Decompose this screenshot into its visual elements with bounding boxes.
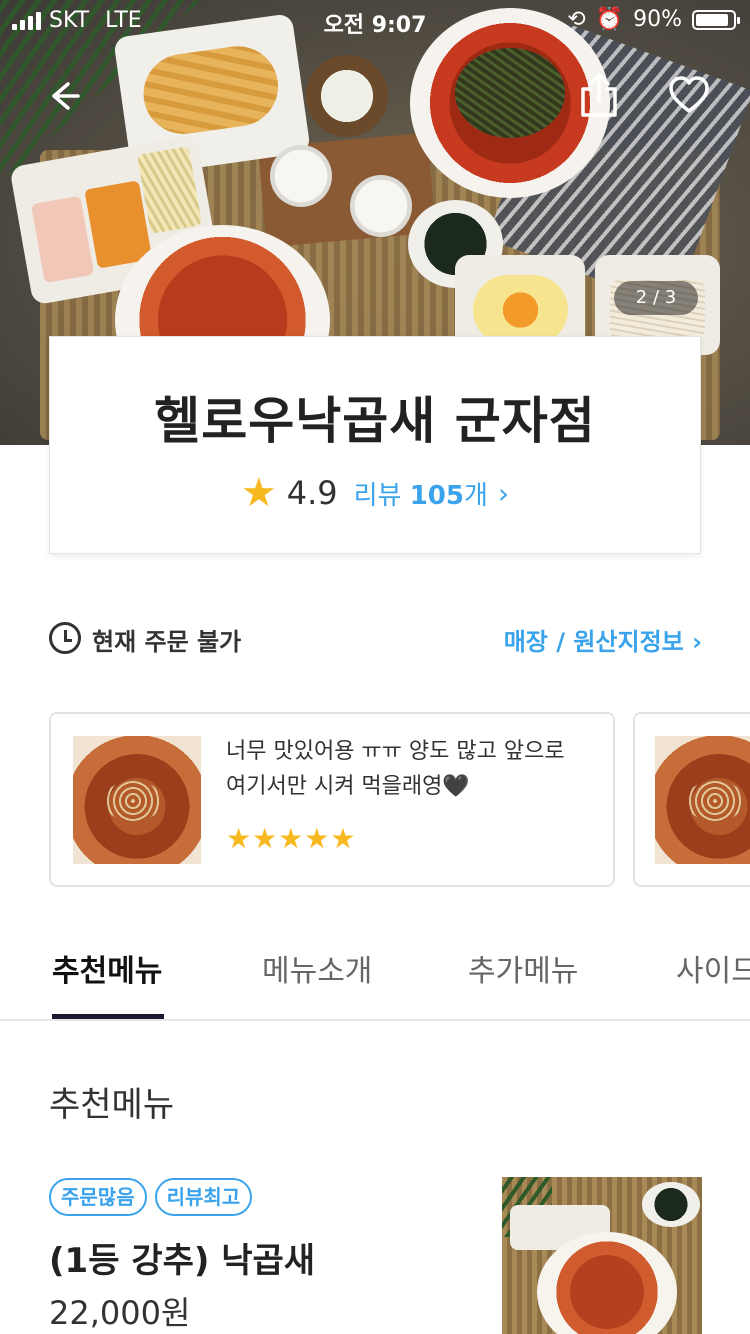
image-counter: 2 / 3 [614,281,698,315]
store-info-card: 헬로우낙곱새 군자점 ★ 4.9 리뷰 105개 › [49,336,701,554]
review-suffix: 개 [464,480,488,511]
tab-extra-menu[interactable]: 추가메뉴 [468,946,578,990]
badge-best-review: 리뷰최고 [154,1178,253,1216]
menu-item-photo[interactable] [502,1177,702,1334]
review-photo [655,736,750,864]
rating-row: ★ 4.9 리뷰 105개 › [50,473,700,513]
badge-popular: 주문많음 [49,1178,147,1216]
review-prefix: 리뷰 [353,480,402,511]
review-card[interactable]: 너무 맛있어용 ㅠㅠ 양도 많고 앞으로 여기서만 시켜 먹을래영🖤 ★★★★★ [49,712,615,887]
order-status-text: 현재 주문 불가 [92,628,242,656]
heart-icon[interactable] [668,76,710,120]
clock-icon [49,622,81,654]
review-link[interactable]: 리뷰 105개 [354,475,488,512]
tab-indicator [52,1014,164,1019]
section-title: 추천메뉴 [49,1085,175,1125]
star-icon: ★ [240,470,277,516]
review-photo [73,736,201,864]
status-bar: SKT LTE 오전 9:07 ⟲ ⏰ 90% [0,0,750,40]
chevron-right-icon[interactable]: › [498,477,509,510]
tab-recommended[interactable]: 추천메뉴 [52,946,162,990]
tab-side[interactable]: 사이드 [676,946,750,990]
battery-icon [692,9,740,30]
store-name: 헬로우낙곱새 군자점 [154,392,596,450]
small-cup [270,145,332,207]
tab-menu-intro[interactable]: 메뉴소개 [262,946,372,990]
order-status-row: 현재 주문 불가 매장 / 원산지정보 › [49,620,702,660]
menu-tabs: 추천메뉴 메뉴소개 추가메뉴 사이드 [0,930,750,1021]
share-icon[interactable] [578,72,620,124]
store-origin-info-link[interactable]: 매장 / 원산지정보 › [504,622,702,657]
review-card-next[interactable] [633,712,750,887]
rating-value: 4.9 [286,474,338,512]
small-cup [350,175,412,237]
sauce-dish [306,55,388,137]
alarm-icon: ⏰ [595,7,624,32]
battery-percent: 90% [633,7,682,32]
store-origin-info-label: 매장 / 원산지정보 [503,628,684,656]
menu-badges: 주문많음 리뷰최고 [49,1178,253,1216]
rotation-lock-icon: ⟲ [567,7,586,32]
review-text: 너무 맛있어용 ㅠㅠ 양도 많고 앞으로 여기서만 시켜 먹을래영🖤 [226,739,565,799]
menu-item-price: 22,000원 [49,1294,191,1332]
back-arrow-icon[interactable] [46,78,82,120]
menu-item-name[interactable]: (1등 강추) 낙곱새 [49,1233,315,1282]
review-count: 105 [409,480,464,511]
review-stars: ★★★★★ [226,822,357,855]
